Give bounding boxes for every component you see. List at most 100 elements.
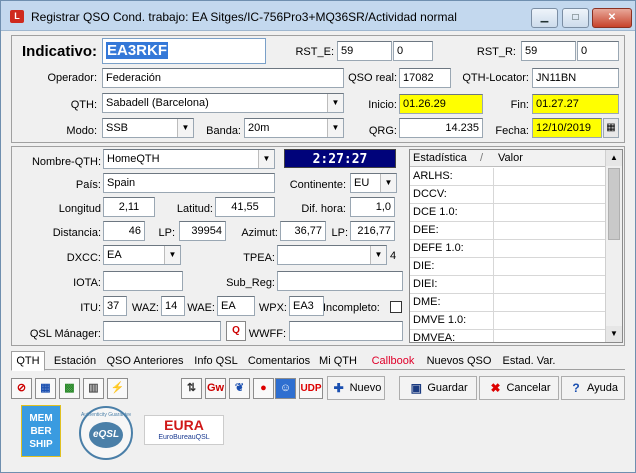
gw-icon[interactable]: Gw	[205, 378, 226, 399]
tab-callbook[interactable]: Callbook	[365, 353, 421, 370]
qsl-manager-input[interactable]	[103, 321, 221, 341]
ayuda-button[interactable]: ? Ayuda	[561, 376, 625, 400]
table-row[interactable]: DCE 1.0:	[410, 204, 606, 222]
chevron-down-icon[interactable]: ▼	[258, 150, 274, 168]
grid-header-estadistica[interactable]: Estadística	[413, 152, 467, 164]
map-icon[interactable]: ▩	[59, 378, 80, 399]
dif-hora-input[interactable]: 1,0	[350, 197, 395, 217]
distancia-label: Distancia:	[52, 227, 101, 239]
qsl-search-icon[interactable]: Q	[226, 321, 246, 341]
qth-select[interactable]: Sabadell (Barcelona) ▼	[102, 93, 344, 113]
itu-input[interactable]: 37	[103, 296, 127, 316]
maximize-button[interactable]: □	[562, 8, 589, 28]
nombre-qth-select[interactable]: HomeQTH ▼	[103, 149, 275, 169]
continente-select[interactable]: EU ▼	[350, 173, 397, 193]
sub-reg-label: Sub_Reg:	[226, 277, 275, 289]
operador-input[interactable]: Federación	[102, 68, 344, 88]
tab-estad-var[interactable]: Estad. Var.	[499, 353, 559, 370]
waz-input[interactable]: 14	[161, 296, 185, 316]
band-map-icon[interactable]: ⊘	[11, 378, 32, 399]
wpx-input[interactable]: EA3	[289, 296, 324, 316]
wae-input[interactable]: EA	[217, 296, 255, 316]
chevron-down-icon[interactable]: ▼	[327, 94, 343, 112]
scroll-thumb[interactable]	[608, 168, 620, 240]
chevron-down-icon[interactable]: ▼	[164, 246, 180, 264]
book-icon[interactable]: ❦	[229, 378, 250, 399]
guardar-button[interactable]: ▣ Guardar	[399, 376, 477, 400]
membership-logo[interactable]: MEM BER SHIP	[21, 405, 61, 457]
incompleto-checkbox[interactable]	[390, 301, 402, 313]
tab-info-qsl[interactable]: Info QSL	[191, 353, 241, 370]
record-icon[interactable]: ●	[253, 378, 274, 399]
tab-comentarios[interactable]: Comentarios	[245, 353, 313, 370]
rst-e-input[interactable]: 59	[337, 41, 392, 61]
latitud-input[interactable]: 41,55	[215, 197, 275, 217]
qth-locator-input[interactable]: JN11BN	[532, 68, 619, 88]
eura-logo[interactable]: EURA EuroBureauQSL	[144, 415, 224, 445]
nuevo-button[interactable]: ✚ Nuevo	[327, 376, 385, 400]
clock-display: 2:27:27	[284, 149, 396, 168]
udp-button[interactable]: UDP	[299, 378, 323, 399]
table-row[interactable]: DIEI:	[410, 276, 606, 294]
lp2-input[interactable]: 216,77	[350, 221, 395, 241]
longitud-input[interactable]: 2,11	[103, 197, 155, 217]
grid-header-valor[interactable]: Valor	[498, 152, 523, 164]
dif-hora-label: Dif. hora:	[301, 203, 346, 215]
rst-r-extra-input[interactable]: 0	[577, 41, 619, 61]
tab-nuevos-qso[interactable]: Nuevos QSO	[425, 353, 493, 370]
scroll-up-icon[interactable]: ▲	[606, 150, 622, 166]
lp2-label: LP:	[331, 227, 348, 239]
table-row[interactable]: DEE:	[410, 222, 606, 240]
dxcc-select[interactable]: EA ▼	[103, 245, 181, 265]
propagation-icon[interactable]: ⚡	[107, 378, 128, 399]
table-row[interactable]: DMVEA:	[410, 330, 606, 342]
banda-select[interactable]: 20m ▼	[244, 118, 344, 138]
rig-control-icon[interactable]: ⇅	[181, 378, 202, 399]
distancia-input[interactable]: 46	[103, 221, 145, 241]
tpea-select[interactable]: ▼	[277, 245, 387, 265]
stat-name: DIEI:	[410, 276, 494, 294]
fecha-input[interactable]: 12/10/2019	[532, 118, 602, 138]
chevron-down-icon[interactable]: ▼	[380, 174, 396, 192]
rst-e-extra-input[interactable]: 0	[393, 41, 433, 61]
tab-mi-qth[interactable]: Mi QTH	[317, 353, 359, 370]
qrg-input[interactable]: 14.235	[399, 118, 483, 138]
chevron-down-icon[interactable]: ▼	[370, 246, 386, 264]
table-row[interactable]: DME:	[410, 294, 606, 312]
table-row[interactable]: DEFE 1.0:	[410, 240, 606, 258]
modo-select[interactable]: SSB ▼	[102, 118, 194, 138]
grid-table-icon[interactable]: ▦	[35, 378, 56, 399]
azimut-input[interactable]: 36,77	[280, 221, 326, 241]
tab-estacion[interactable]: Estación	[49, 353, 101, 370]
statistics-grid[interactable]: Estadística / Valor ARLHS: DCCV: DCE 1.0…	[409, 149, 623, 343]
table-row[interactable]: DCCV:	[410, 186, 606, 204]
indicativo-input[interactable]: EA3RKF	[102, 38, 266, 64]
title-bar[interactable]: L Registrar QSO Cond. trabajo: EA Sitges…	[1, 1, 635, 31]
sub-reg-input[interactable]	[277, 271, 403, 291]
rst-r-input[interactable]: 59	[521, 41, 576, 61]
fin-input[interactable]: 01.27.27	[532, 94, 619, 114]
eqsl-logo[interactable]: Authenticity Guaranteed eQSL	[79, 406, 133, 460]
chart-icon[interactable]: ▥	[83, 378, 104, 399]
users-icon[interactable]: ☺	[275, 378, 296, 399]
iota-input[interactable]	[103, 271, 183, 291]
tab-qso-anteriores[interactable]: QSO Anteriores	[104, 353, 186, 370]
table-row[interactable]: DMVE 1.0:	[410, 312, 606, 330]
calendar-icon[interactable]: ▦	[603, 118, 619, 138]
pais-input[interactable]: Spain	[103, 173, 275, 193]
scroll-down-icon[interactable]: ▼	[606, 326, 622, 342]
inicio-input[interactable]: 01.26.29	[399, 94, 483, 114]
minimize-button[interactable]: ▁	[531, 8, 558, 28]
table-row[interactable]: ARLHS:	[410, 168, 606, 186]
chevron-down-icon[interactable]: ▼	[177, 119, 193, 137]
qso-real-input[interactable]: 17082	[399, 68, 451, 88]
lp1-input[interactable]: 39954	[179, 221, 226, 241]
tab-qth[interactable]: QTH	[11, 351, 45, 371]
grid-scrollbar[interactable]: ▲ ▼	[605, 150, 622, 342]
chevron-down-icon[interactable]: ▼	[327, 119, 343, 137]
table-row[interactable]: DIE:	[410, 258, 606, 276]
close-button[interactable]: ✕	[592, 8, 632, 28]
wwff-input[interactable]	[289, 321, 403, 341]
cancelar-button[interactable]: ✖ Cancelar	[479, 376, 559, 400]
sort-icon[interactable]: /	[480, 152, 483, 164]
